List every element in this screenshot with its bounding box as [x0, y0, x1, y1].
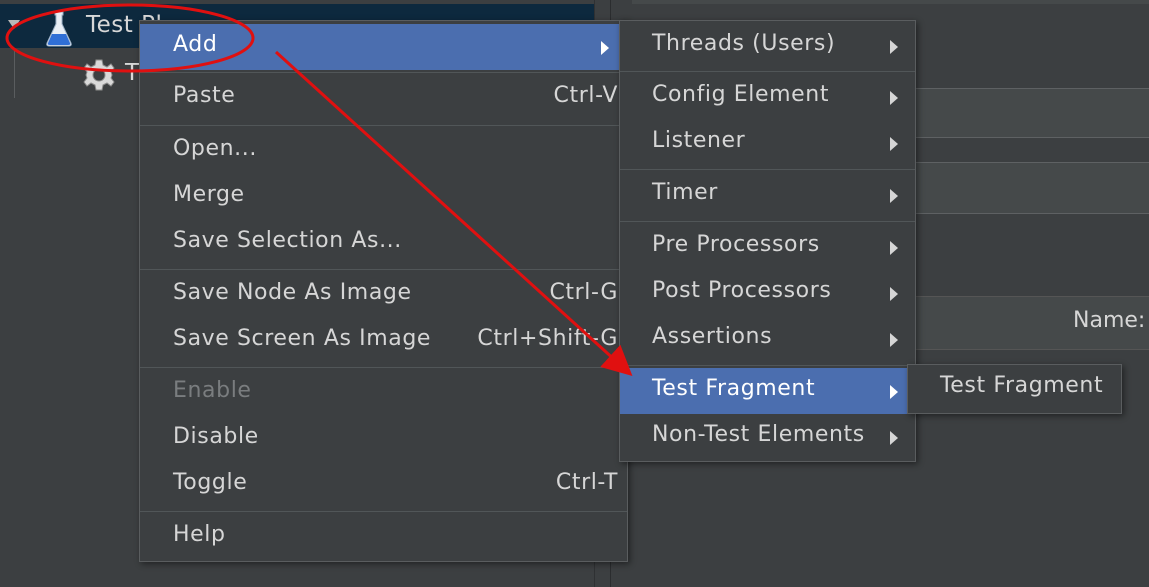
menu-item-toggle[interactable]: Toggle Ctrl-T	[140, 462, 627, 508]
menu-item-label: Merge	[173, 182, 245, 207]
menu-separator	[620, 71, 915, 72]
menu-item-label: Open...	[173, 136, 257, 161]
menu-item-label: Disable	[173, 424, 259, 449]
menu-separator	[620, 365, 915, 366]
submenu-arrow-icon	[890, 431, 898, 445]
menu-item-shortcut: Ctrl+Shift-G	[477, 326, 618, 351]
text-field[interactable]	[900, 162, 1149, 214]
menu-item-non-test-elements[interactable]: Non-Test Elements	[620, 414, 915, 460]
menu-item-label: Post Processors	[652, 278, 832, 303]
submenu-arrow-icon	[890, 241, 898, 255]
menu-item-label: Save Screen As Image	[173, 326, 432, 351]
menu-item-label: Test Fragment	[652, 376, 816, 401]
name-label: Name:	[1073, 308, 1146, 333]
menu-item-threads-users[interactable]: Threads (Users)	[620, 23, 915, 69]
submenu-arrow-icon	[890, 287, 898, 301]
menu-separator	[140, 367, 627, 368]
menu-item-test-fragment[interactable]: Test Fragment	[620, 368, 915, 414]
menu-item-save-node-as-image[interactable]: Save Node As Image Ctrl-G	[140, 272, 627, 318]
menu-separator	[140, 72, 627, 73]
menu-item-shortcut: Ctrl-G	[549, 280, 618, 305]
menu-item-label: Test Fragment	[940, 373, 1104, 398]
menu-item-save-screen-as-image[interactable]: Save Screen As Image Ctrl+Shift-G	[140, 318, 627, 364]
menu-item-label: Assertions	[652, 324, 773, 349]
menu-item-label: Threads (Users)	[652, 31, 836, 56]
menu-separator	[140, 269, 627, 270]
menu-item-label: Paste	[173, 83, 236, 108]
menu-item-label: Add	[173, 32, 218, 57]
menu-item-add[interactable]: Add	[140, 24, 627, 70]
submenu-arrow-icon	[890, 333, 898, 347]
menu-item-paste[interactable]: Paste Ctrl-V	[140, 75, 627, 121]
submenu-arrow-icon	[601, 41, 609, 55]
menu-item-label: Config Element	[652, 82, 830, 107]
menu-separator	[620, 169, 915, 170]
add-submenu: Threads (Users) Config Element Listener …	[619, 20, 916, 462]
menu-item-listener[interactable]: Listener	[620, 120, 915, 166]
menu-item-help[interactable]: Help	[140, 514, 627, 560]
tree-expand-arrow-icon[interactable]	[8, 20, 20, 29]
menu-item-assertions[interactable]: Assertions	[620, 316, 915, 362]
menu-item-label: Timer	[652, 180, 718, 205]
menu-item-shortcut: Ctrl-V	[553, 83, 618, 108]
menu-item-config-element[interactable]: Config Element	[620, 74, 915, 120]
menu-item-label: Listener	[652, 128, 746, 153]
menu-item-save-selection-as[interactable]: Save Selection As...	[140, 220, 627, 266]
menu-separator	[620, 221, 915, 222]
submenu-arrow-icon	[890, 385, 898, 399]
test-fragment-submenu: Test Fragment	[907, 364, 1122, 414]
menu-separator	[140, 125, 627, 126]
menu-item-label: Enable	[173, 378, 252, 403]
menu-item-label: Save Selection As...	[173, 228, 402, 253]
menu-item-label: Pre Processors	[652, 232, 820, 257]
menu-item-shortcut: Ctrl-T	[555, 470, 618, 495]
right-panel-header	[632, 0, 1149, 4]
menu-item-label: Toggle	[173, 470, 248, 495]
menu-item-open[interactable]: Open...	[140, 128, 627, 174]
menu-item-pre-processors[interactable]: Pre Processors	[620, 224, 915, 270]
menu-item-label: Help	[173, 522, 226, 547]
submenu-arrow-icon	[890, 40, 898, 54]
flask-icon	[46, 11, 72, 47]
menu-item-timer[interactable]: Timer	[620, 172, 915, 218]
gear-icon	[83, 59, 115, 91]
menu-item-disable[interactable]: Disable	[140, 416, 627, 462]
menu-item-label: Non-Test Elements	[652, 422, 865, 447]
menu-item-post-processors[interactable]: Post Processors	[620, 270, 915, 316]
tree-item-label: T	[125, 60, 140, 86]
menu-separator	[140, 511, 627, 512]
menu-item-label: Save Node As Image	[173, 280, 412, 305]
menu-item-enable: Enable	[140, 370, 627, 416]
submenu-arrow-icon	[890, 137, 898, 151]
menu-item-merge[interactable]: Merge	[140, 174, 627, 220]
tree-connector-line	[14, 48, 15, 98]
text-field[interactable]	[900, 88, 1149, 138]
submenu-arrow-icon	[890, 189, 898, 203]
submenu-arrow-icon	[890, 91, 898, 105]
context-menu: Add Paste Ctrl-V Open... Merge Save Sele…	[139, 20, 628, 562]
menu-item-test-fragment-leaf[interactable]: Test Fragment	[908, 365, 1121, 411]
